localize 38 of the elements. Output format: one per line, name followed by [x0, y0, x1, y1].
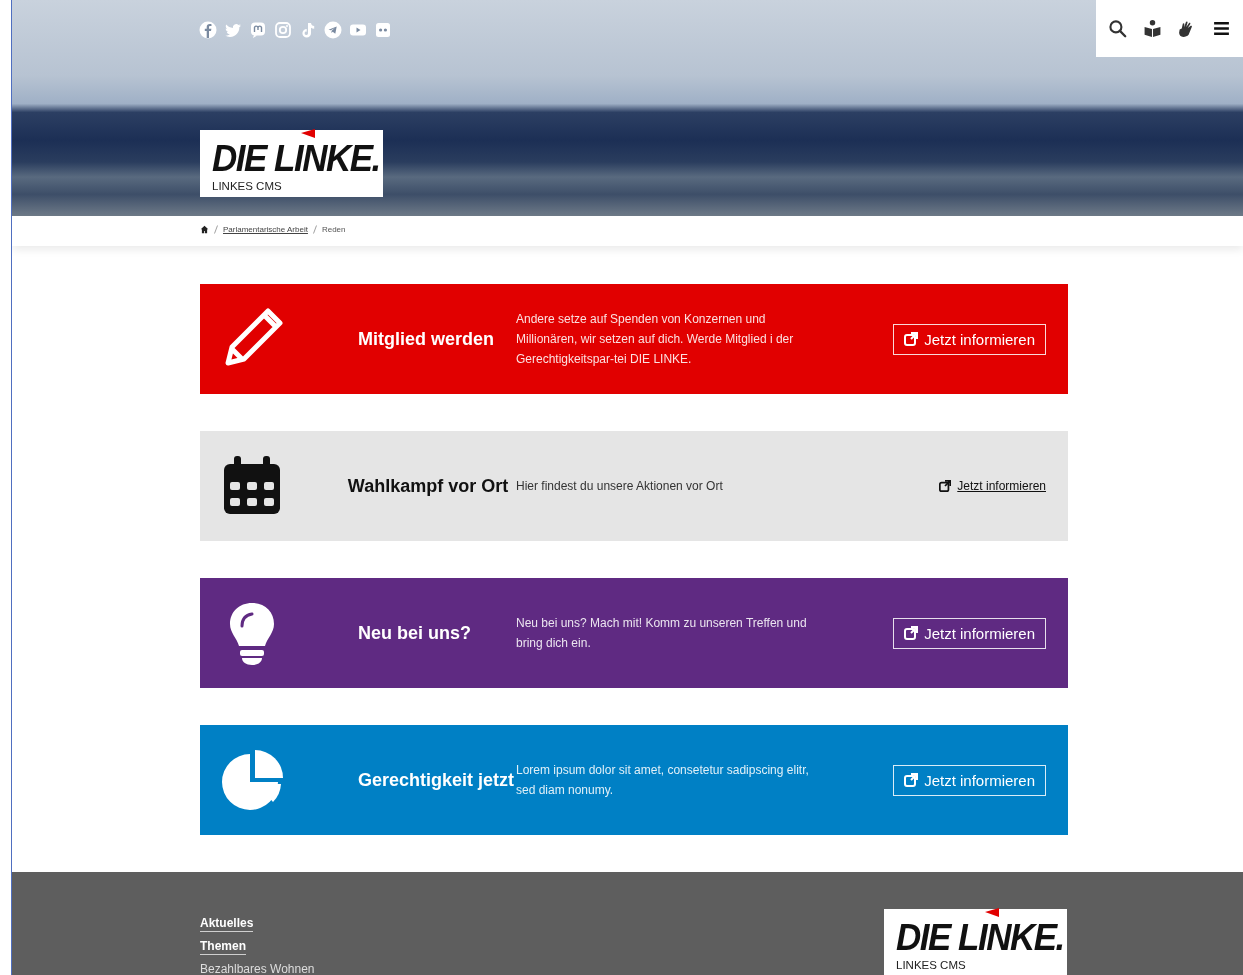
banner-title: Gerechtigkeit jetzt — [357, 769, 515, 791]
two-dots-icon[interactable] — [374, 21, 392, 39]
external-link-icon — [904, 773, 919, 787]
logo-wordmark: DIE LINKE. — [212, 139, 380, 177]
banner-text: Lorem ipsum dolor sit amet, consetetur sadipscing elitr, sed diam nonumy. — [516, 762, 810, 799]
external-link-icon — [904, 332, 919, 346]
logo-subtitle: LINKES CMS — [212, 180, 282, 192]
banner-title: Mitglied werden — [357, 328, 494, 350]
banner-text: Andere setze auf Spenden von Konzernen und Millionären, wir setzen auf dich. Werde Mitglied i der Gerechtigkeitspar-tei DIE LINKE. — [516, 311, 795, 368]
breadcrumb-link[interactable]: Parlamentarische Arbeit — [223, 225, 308, 234]
logo-subtitle: LINKES CMS — [896, 959, 966, 971]
external-link-icon — [939, 480, 952, 492]
flag-icon — [301, 129, 315, 138]
info-button[interactable]: Jetzt informieren — [893, 764, 1046, 796]
search-icon[interactable] — [1107, 19, 1127, 38]
banner-text: Neu bei uns? Mach mit! Komm zu unseren Treffen und bring dich ein. — [516, 615, 808, 652]
info-button[interactable]: Jetzt informieren — [893, 617, 1046, 649]
flag-icon — [985, 908, 999, 917]
external-link-icon — [904, 626, 919, 640]
link-label: Jetzt informieren — [957, 479, 1046, 493]
logo-wordmark: DIE LINKE. — [896, 918, 1064, 956]
info-button[interactable]: Jetzt informieren — [893, 323, 1046, 355]
slash-separator-icon — [312, 225, 317, 234]
footer-link[interactable]: Themen — [200, 939, 246, 955]
home-icon[interactable] — [200, 225, 209, 234]
slash-separator-icon — [214, 225, 218, 234]
banner-text: Hier findest du unsere Aktionen vor Ort — [516, 478, 724, 495]
banner-title: Neu bei uns? — [357, 622, 471, 644]
pie-chart-icon — [220, 748, 284, 812]
banner-title: Wahlkampf vor Ort — [347, 475, 509, 497]
footer-link[interactable]: Bezahlbares Wohnen — [200, 962, 315, 975]
footer-link[interactable]: Aktuelles — [200, 916, 254, 932]
facebook-icon[interactable] — [199, 21, 217, 39]
info-link[interactable]: Jetzt informieren — [939, 477, 1046, 495]
paper-plane-icon[interactable] — [324, 21, 342, 39]
reading-person-icon[interactable] — [1142, 19, 1162, 38]
breadcrumb-current: Reden — [321, 225, 346, 234]
menu-icon[interactable] — [1212, 19, 1232, 38]
